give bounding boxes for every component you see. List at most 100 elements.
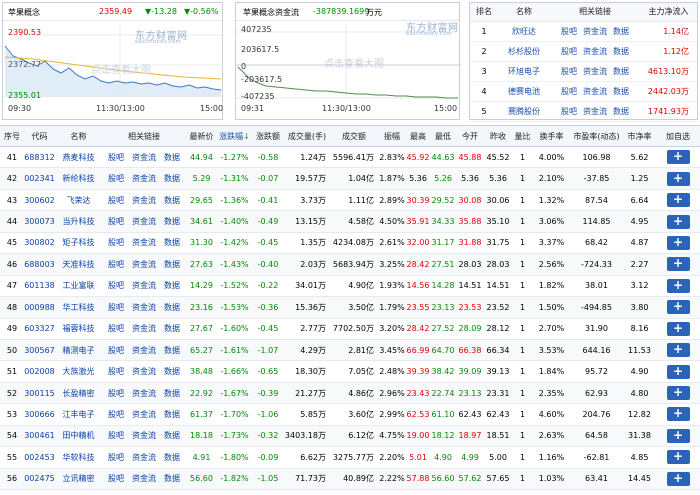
add-watchlist-button[interactable]: + <box>666 150 690 165</box>
stock-link[interactable]: 数据 <box>164 453 180 462</box>
column-header[interactable]: 成交量(手) <box>284 125 330 147</box>
column-header[interactable]: 最高 <box>406 125 430 147</box>
stock-link[interactable]: 资金流 <box>132 238 156 247</box>
add-watchlist-button[interactable]: + <box>666 257 690 272</box>
stock-link[interactable]: 股吧 <box>108 174 124 183</box>
stock-code[interactable]: 300666 <box>24 403 55 426</box>
column-header[interactable]: 今开 <box>456 125 484 147</box>
add-watchlist-button[interactable]: + <box>666 171 690 186</box>
stock-link[interactable]: 数据 <box>164 153 180 162</box>
stock-code[interactable]: 300802 <box>24 232 55 255</box>
stock-link[interactable]: 数据 <box>164 217 180 226</box>
stock-link[interactable]: 资金流 <box>132 260 156 269</box>
column-header[interactable]: 市净率 <box>623 125 656 147</box>
stock-code[interactable]: 603327 <box>24 318 55 340</box>
stock-code[interactable]: 300567 <box>24 339 55 362</box>
add-watchlist-button[interactable]: + <box>666 343 690 358</box>
add-watchlist-button[interactable]: + <box>666 471 690 486</box>
ranking-link[interactable]: 股吧 <box>561 67 577 76</box>
stock-name[interactable]: 当升科技 <box>55 210 102 233</box>
stock-link[interactable]: 股吧 <box>108 453 124 462</box>
add-watchlist-button[interactable]: + <box>666 321 690 336</box>
ranking-stock-name[interactable]: 赛腾股份 <box>498 101 550 122</box>
add-watchlist-button[interactable]: + <box>666 214 690 229</box>
stock-link[interactable]: 股吧 <box>108 303 124 312</box>
column-header[interactable]: 最新价 <box>186 125 217 147</box>
ranking-link[interactable]: 数据 <box>613 27 629 36</box>
ranking-stock-name[interactable]: 环旭电子 <box>498 61 550 82</box>
stock-link[interactable]: 股吧 <box>108 346 124 355</box>
stock-link[interactable]: 股吧 <box>108 367 124 376</box>
ranking-link[interactable]: 数据 <box>613 47 629 56</box>
stock-link[interactable]: 股吧 <box>108 410 124 419</box>
stock-link[interactable]: 数据 <box>164 410 180 419</box>
stock-link[interactable]: 资金流 <box>132 367 156 376</box>
stock-link[interactable]: 股吧 <box>108 238 124 247</box>
stock-link[interactable]: 股吧 <box>108 260 124 269</box>
column-header[interactable]: 振幅 <box>378 125 406 147</box>
stock-link[interactable]: 数据 <box>164 474 180 483</box>
stock-name[interactable]: 矩子科技 <box>55 232 102 255</box>
stock-name[interactable]: 工业富联 <box>55 275 102 298</box>
column-header[interactable]: 成交额 <box>330 125 378 147</box>
add-watchlist-button[interactable]: + <box>666 386 690 401</box>
stock-link[interactable]: 股吧 <box>108 324 124 333</box>
column-header[interactable]: 量比 <box>512 125 533 147</box>
stock-code[interactable]: 002008 <box>24 360 55 383</box>
stock-link[interactable]: 股吧 <box>108 217 124 226</box>
column-header[interactable]: 最低 <box>430 125 456 147</box>
stock-name[interactable]: 新纶科技 <box>55 167 102 190</box>
capital-enlarge-link[interactable]: 点击查看大图 <box>324 55 384 70</box>
stock-link[interactable]: 资金流 <box>132 474 156 483</box>
ranking-stock-name[interactable]: 德赛电池 <box>498 81 550 102</box>
stock-name[interactable]: 飞荣达 <box>55 189 102 212</box>
stock-link[interactable]: 资金流 <box>132 431 156 440</box>
ranking-link[interactable]: 资金流 <box>583 87 607 96</box>
stock-name[interactable]: 华工科技 <box>55 296 102 319</box>
stock-name[interactable]: 长盈精密 <box>55 382 102 405</box>
ranking-link[interactable]: 资金流 <box>583 107 607 116</box>
ranking-link[interactable]: 股吧 <box>561 27 577 36</box>
capital-flow-panel[interactable]: 苹果概念资金流 -387839.1699 万元 407235 203617.5 … <box>235 2 461 120</box>
stock-code[interactable]: 601138 <box>24 275 55 298</box>
ranking-link[interactable]: 资金流 <box>583 67 607 76</box>
stock-link[interactable]: 数据 <box>164 281 180 290</box>
stock-link[interactable]: 资金流 <box>132 153 156 162</box>
stock-link[interactable]: 股吧 <box>108 153 124 162</box>
column-header[interactable]: 序号 <box>0 125 24 147</box>
column-header[interactable]: 市盈率(动态) <box>570 125 623 147</box>
ranking-link[interactable]: 数据 <box>613 67 629 76</box>
stock-link[interactable]: 数据 <box>164 389 180 398</box>
stock-name[interactable]: 福蓉科技 <box>55 318 102 340</box>
stock-name[interactable]: 精测电子 <box>55 339 102 362</box>
stock-link[interactable]: 资金流 <box>132 453 156 462</box>
stock-code[interactable]: 000988 <box>24 296 55 319</box>
ranking-link[interactable]: 股吧 <box>561 107 577 116</box>
ranking-link[interactable]: 数据 <box>613 107 629 116</box>
stock-name[interactable]: 立讯精密 <box>55 468 102 491</box>
stock-link[interactable]: 股吧 <box>108 281 124 290</box>
stock-name[interactable]: 大族激光 <box>55 360 102 383</box>
stock-code[interactable]: 300602 <box>24 189 55 212</box>
add-watchlist-button[interactable]: + <box>666 364 690 379</box>
add-watchlist-button[interactable]: + <box>666 193 690 208</box>
stock-link[interactable]: 资金流 <box>132 281 156 290</box>
stock-link[interactable]: 资金流 <box>132 196 156 205</box>
add-watchlist-button[interactable]: + <box>666 300 690 315</box>
stock-link[interactable]: 数据 <box>164 174 180 183</box>
stock-link[interactable]: 数据 <box>164 431 180 440</box>
column-header[interactable]: 涨跌额 <box>252 125 284 147</box>
column-header[interactable]: 名称 <box>55 125 102 147</box>
stock-code[interactable]: 300073 <box>24 210 55 233</box>
ranking-stock-name[interactable]: 欣旺达 <box>498 21 550 42</box>
add-watchlist-button[interactable]: + <box>666 428 690 443</box>
column-header[interactable]: 换手率 <box>533 125 570 147</box>
stock-link[interactable]: 数据 <box>164 324 180 333</box>
add-watchlist-button[interactable]: + <box>666 407 690 422</box>
stock-code[interactable]: 002341 <box>24 167 55 190</box>
stock-link[interactable]: 数据 <box>164 346 180 355</box>
column-header[interactable]: 加自选 <box>656 125 700 147</box>
add-watchlist-button[interactable]: + <box>666 235 690 250</box>
column-header[interactable]: 昨收 <box>484 125 512 147</box>
stock-code[interactable]: 688003 <box>24 253 55 276</box>
